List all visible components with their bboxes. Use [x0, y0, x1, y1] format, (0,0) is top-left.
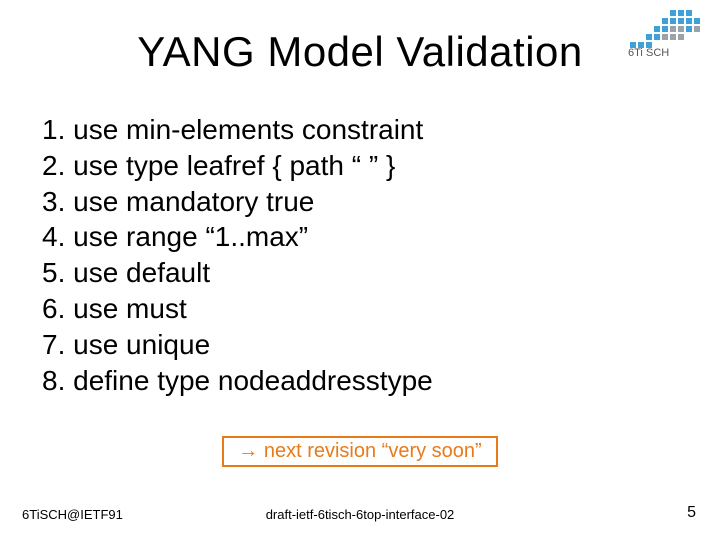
next-revision-text: → next revision “very soon” — [222, 436, 497, 467]
list-item: 1. use min-elements constraint — [42, 112, 662, 148]
list-item: 5. use default — [42, 255, 662, 291]
validation-list: 1. use min-elements constraint 2. use ty… — [42, 112, 662, 399]
list-item: 4. use range “1..max” — [42, 219, 662, 255]
list-item: 7. use unique — [42, 327, 662, 363]
list-item: 8. define type nodeaddresstype — [42, 363, 662, 399]
list-item: 6. use must — [42, 291, 662, 327]
footer-page-number: 5 — [687, 504, 696, 522]
list-item: 3. use mandatory true — [42, 184, 662, 220]
slide: 6Ti SCH YANG Model Validation 1. use min… — [0, 0, 720, 540]
slide-title: YANG Model Validation — [0, 28, 720, 76]
list-item: 2. use type leafref { path “ ” } — [42, 148, 662, 184]
footer-draft-name: draft-ietf-6tisch-6top-interface-02 — [0, 507, 720, 522]
next-revision-callout: → next revision “very soon” — [0, 436, 720, 467]
